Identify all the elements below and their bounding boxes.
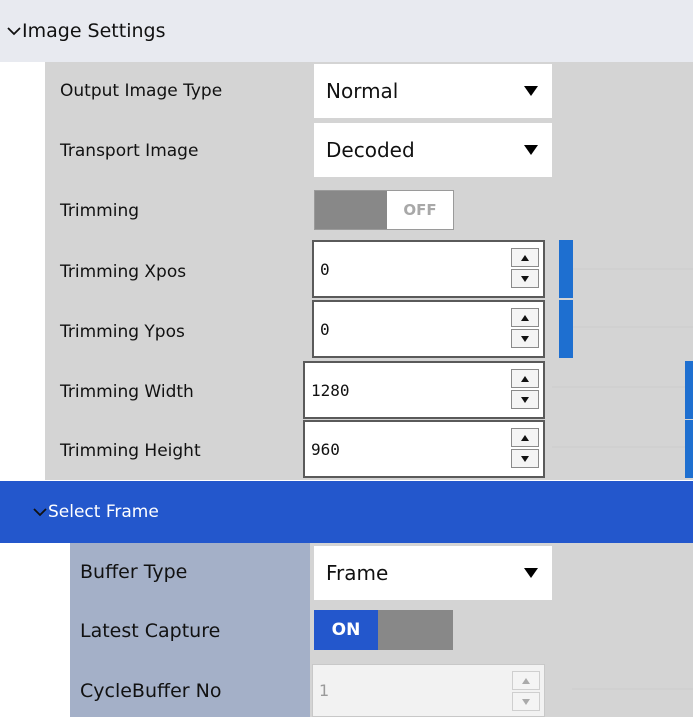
arrow-up-icon [521, 434, 529, 441]
cyclebuffer-no-input[interactable]: 1 [312, 664, 545, 717]
trimming-ypos-input[interactable]: 0 [312, 300, 545, 358]
arrow-down-icon [521, 335, 529, 342]
toggle-state-text: ON [314, 610, 378, 650]
decrement-button[interactable] [512, 692, 540, 711]
arrow-up-icon [522, 677, 530, 684]
trimming-height-slider-track[interactable] [552, 446, 685, 448]
trimming-width-input[interactable]: 1280 [303, 361, 545, 419]
image-settings-header[interactable]: Image Settings [0, 0, 693, 62]
buffer-type-label: Buffer Type [80, 561, 188, 583]
chevron-down-icon[interactable] [6, 23, 22, 39]
toggle-knob [315, 191, 387, 229]
trimming-xpos-input[interactable]: 0 [312, 240, 545, 298]
arrow-up-icon [521, 254, 529, 261]
output-image-type-label: Output Image Type [60, 81, 223, 101]
trimming-height-value: 960 [311, 439, 340, 459]
decrement-button[interactable] [511, 329, 539, 348]
arrow-up-icon [521, 314, 529, 321]
trimming-width-slider-track[interactable] [552, 386, 685, 388]
trimming-xpos-slider-track[interactable] [572, 268, 693, 270]
trimming-ypos-slider-thumb[interactable] [559, 300, 573, 358]
decrement-button[interactable] [511, 269, 539, 288]
cyclebuffer-no-value: 1 [319, 681, 330, 700]
trimming-ypos-label: Trimming Ypos [60, 322, 185, 342]
toggle-knob [378, 610, 453, 650]
increment-button[interactable] [511, 428, 539, 447]
dropdown-arrow-icon [524, 86, 538, 96]
trimming-xpos-slider-thumb[interactable] [559, 240, 573, 298]
chevron-down-icon[interactable] [32, 504, 48, 520]
trimming-xpos-label: Trimming Xpos [60, 262, 187, 282]
trimming-ypos-slider-track[interactable] [572, 326, 693, 328]
arrow-down-icon [521, 455, 529, 462]
trimming-label: Trimming [60, 201, 140, 221]
buffer-type-dropdown[interactable]: Frame [314, 546, 552, 600]
cyclebuffer-no-label: CycleBuffer No [80, 680, 222, 702]
trimming-width-value: 1280 [311, 380, 350, 400]
latest-capture-toggle[interactable]: ON [314, 610, 453, 650]
arrow-down-icon [521, 275, 529, 282]
toggle-state-text: OFF [387, 191, 453, 229]
decrement-button[interactable] [511, 449, 539, 468]
arrow-down-icon [521, 396, 529, 403]
select-frame-header[interactable]: Select Frame [0, 481, 693, 543]
trimming-height-slider-thumb[interactable] [685, 420, 693, 478]
trimming-width-slider-thumb[interactable] [685, 361, 693, 419]
decrement-button[interactable] [511, 390, 539, 409]
dropdown-arrow-icon [524, 568, 538, 578]
trimming-xpos-value: 0 [320, 259, 330, 279]
section-title: Select Frame [48, 502, 159, 522]
increment-button[interactable] [511, 369, 539, 388]
transport-image-value: Decoded [326, 138, 415, 162]
trimming-width-label: Trimming Width [60, 382, 194, 402]
trimming-ypos-value: 0 [320, 319, 330, 339]
increment-button[interactable] [512, 671, 540, 690]
trimming-height-input[interactable]: 960 [303, 420, 545, 478]
arrow-down-icon [522, 698, 530, 705]
increment-button[interactable] [511, 248, 539, 267]
cyclebuffer-no-slider-track[interactable] [572, 688, 693, 690]
section-title: Image Settings [22, 20, 166, 42]
dropdown-arrow-icon [524, 145, 538, 155]
latest-capture-label: Latest Capture [80, 620, 221, 642]
trimming-toggle[interactable]: OFF [314, 190, 454, 230]
output-image-type-value: Normal [326, 79, 399, 103]
output-image-type-dropdown[interactable]: Normal [314, 64, 552, 118]
increment-button[interactable] [511, 308, 539, 327]
trimming-height-label: Trimming Height [60, 441, 201, 461]
arrow-up-icon [521, 375, 529, 382]
transport-image-label: Transport Image [60, 141, 199, 161]
transport-image-dropdown[interactable]: Decoded [314, 123, 552, 177]
buffer-type-value: Frame [326, 561, 389, 585]
